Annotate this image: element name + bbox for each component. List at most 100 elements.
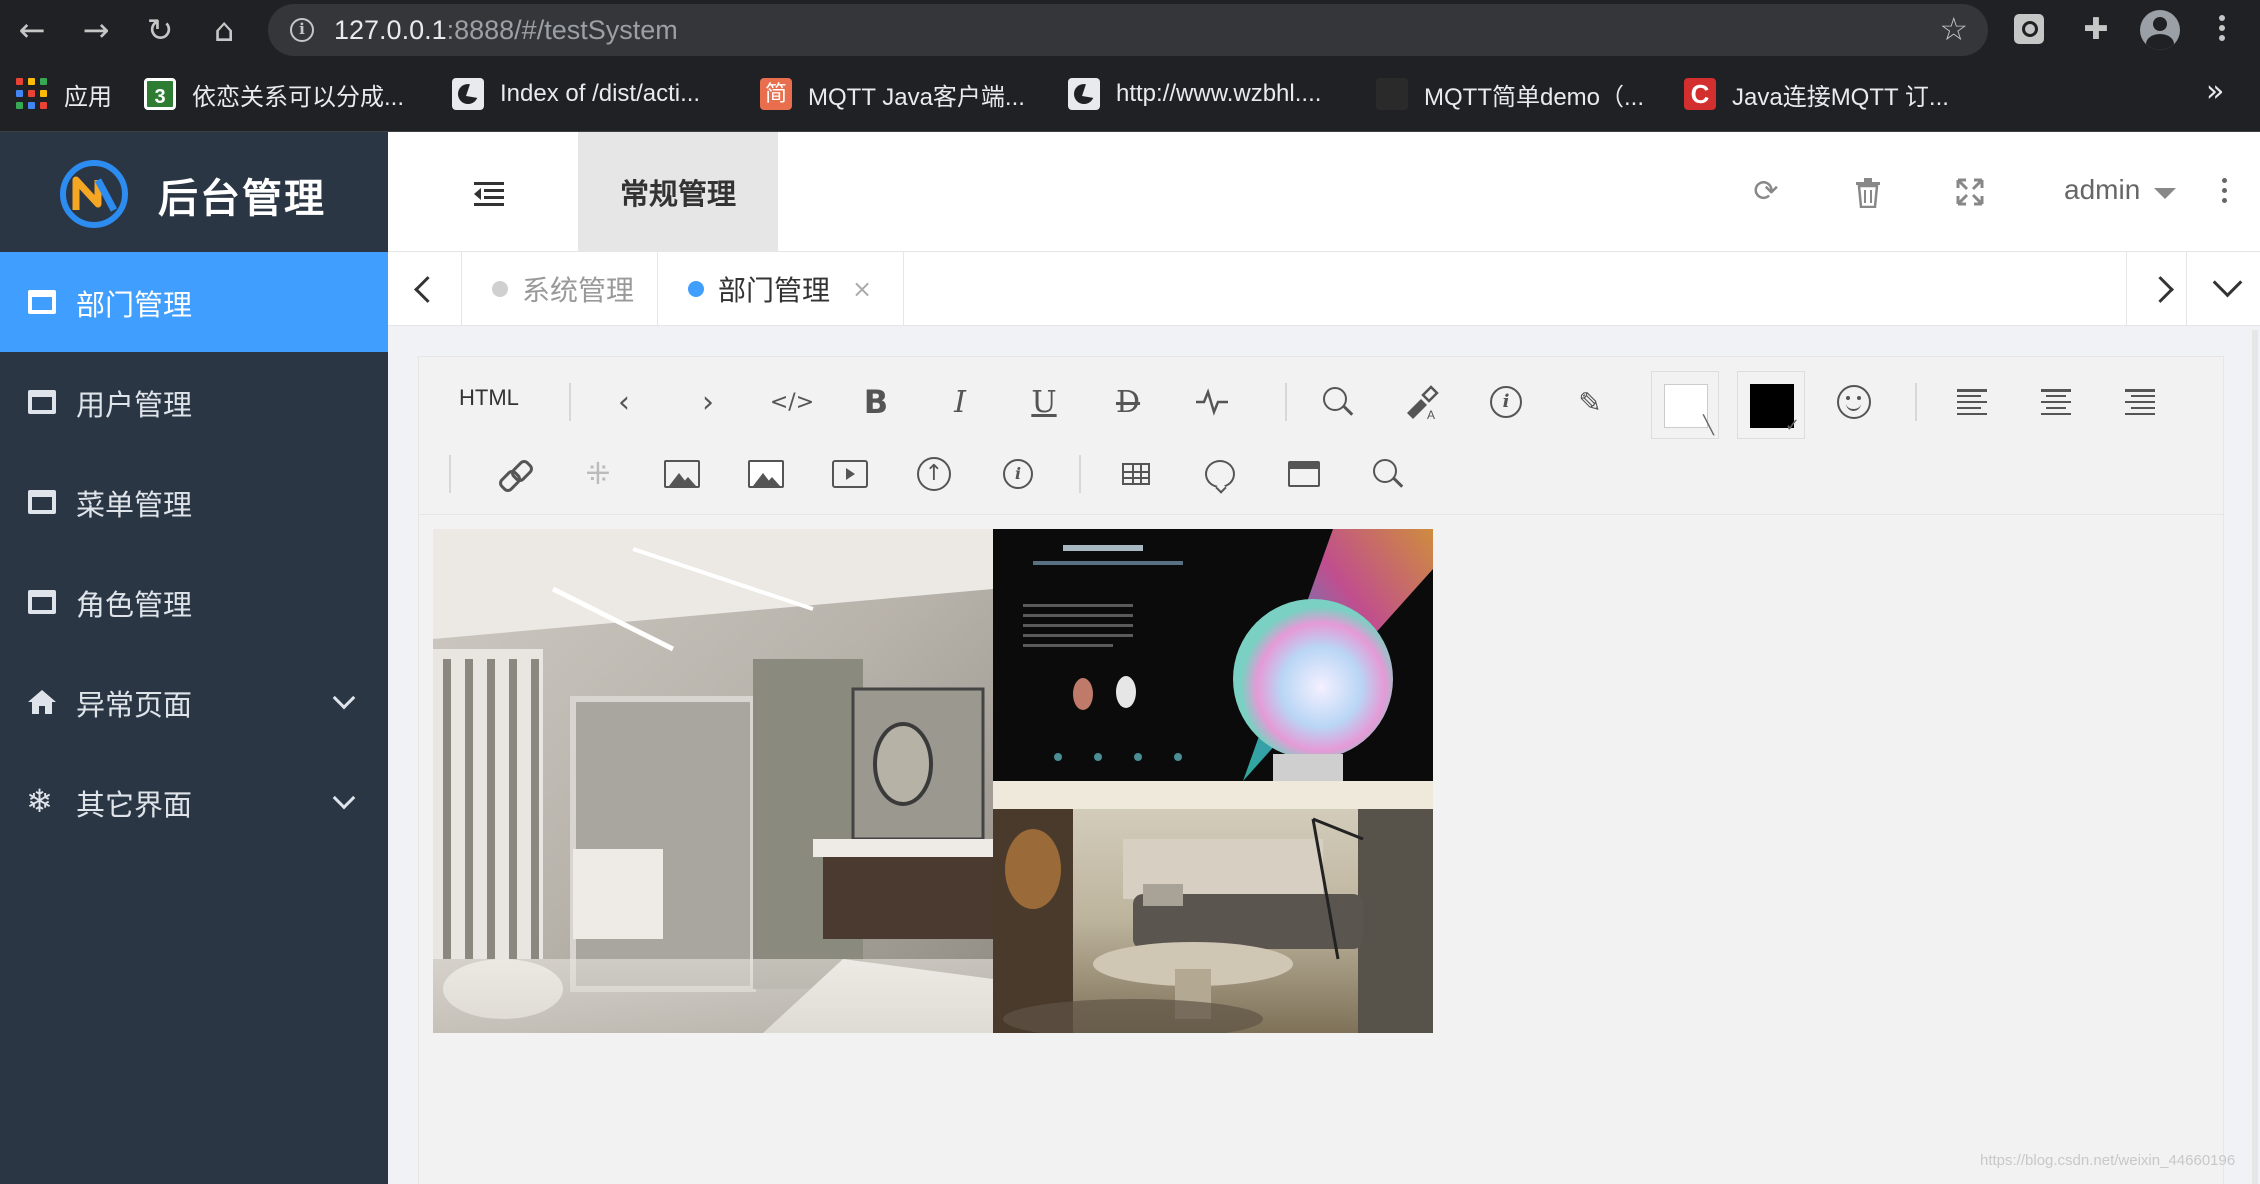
- waveform-icon[interactable]: [1187, 377, 1237, 427]
- unlink-icon[interactable]: ⁜: [573, 449, 623, 499]
- insert-video-icon[interactable]: [825, 449, 875, 499]
- inserted-image-collage[interactable]: [433, 529, 1433, 1033]
- bold-icon[interactable]: B: [851, 377, 901, 427]
- insert-image-icon[interactable]: [741, 449, 791, 499]
- bookmarks-bar: 应用 3 依恋关系可以分成... Index of /dist/acti... …: [0, 60, 2260, 132]
- undo-icon[interactable]: ‹: [599, 377, 649, 427]
- close-icon[interactable]: ×: [852, 275, 872, 303]
- underline-icon[interactable]: U: [1019, 377, 1069, 427]
- link-icon[interactable]: [489, 449, 539, 499]
- tabs-scroll-left-icon[interactable]: [388, 252, 462, 326]
- sidebar-item-label: 异常页面: [76, 688, 193, 722]
- table-icon[interactable]: [1111, 449, 1161, 499]
- caret-down-icon[interactable]: [2154, 188, 2176, 199]
- emoji-icon[interactable]: [1829, 377, 1879, 427]
- bookmark-item[interactable]: Index of /dist/acti...: [452, 74, 700, 114]
- jian-icon: 简: [760, 78, 792, 110]
- comment-icon[interactable]: [1195, 449, 1245, 499]
- more-options-icon[interactable]: [2220, 178, 2228, 208]
- tab-dot: [688, 281, 704, 297]
- trash-icon[interactable]: [1848, 172, 1888, 212]
- top-header: 常规管理 ⟳ admin: [388, 132, 2260, 252]
- sidebar-item-menus[interactable]: 菜单管理: [0, 452, 388, 552]
- rich-text-editor: HTML ‹ › </> B I U D A i ✎ ╲ ✓ ⁜ ↑ i: [418, 356, 2224, 1184]
- about-icon[interactable]: i: [993, 449, 1043, 499]
- address-bar[interactable]: i 127.0.0.1:8888/#/testSystem ☆: [268, 4, 1988, 56]
- window-icon: [28, 390, 56, 414]
- tab-dot: [492, 281, 508, 297]
- content-area: HTML ‹ › </> B I U D A i ✎ ╲ ✓ ⁜ ↑ i: [388, 326, 2260, 1184]
- app-title: 后台管理: [158, 176, 326, 222]
- sidebar-item-error-pages[interactable]: 异常页面: [0, 652, 388, 752]
- find-icon[interactable]: [1313, 377, 1363, 427]
- bookmark-item[interactable]: 简 MQTT Java客户端...: [760, 74, 1025, 114]
- window-icon[interactable]: [1279, 449, 1329, 499]
- strikethrough-icon[interactable]: D: [1103, 377, 1153, 427]
- forward-icon[interactable]: →: [76, 10, 116, 50]
- url-text[interactable]: 127.0.0.1:8888/#/testSystem: [334, 15, 678, 46]
- background-color-picker[interactable]: ╲: [1651, 371, 1719, 439]
- reload-icon[interactable]: ↻: [140, 10, 180, 50]
- search-icon[interactable]: [1363, 449, 1413, 499]
- bookmark-label: Java连接MQTT 订...: [1732, 83, 1949, 111]
- dark-favicon-icon: [1376, 78, 1408, 110]
- tab-system-management[interactable]: 系统管理: [462, 252, 658, 326]
- profile-avatar-icon[interactable]: [2140, 10, 2180, 50]
- editor-document[interactable]: [419, 515, 2223, 1184]
- top-nav-general-management[interactable]: 常规管理: [578, 132, 778, 252]
- bookmark-item[interactable]: 3 依恋关系可以分成...: [144, 74, 404, 114]
- code-icon[interactable]: </>: [767, 377, 817, 427]
- refresh-icon[interactable]: ⟳: [1746, 172, 1786, 212]
- bookmarks-overflow-button[interactable]: »: [2206, 74, 2224, 109]
- bookmark-apps[interactable]: 应用: [16, 74, 112, 114]
- pencil-icon[interactable]: ✎: [1565, 377, 1615, 427]
- text-color-picker[interactable]: ✓: [1737, 371, 1805, 439]
- redo-icon[interactable]: ›: [683, 377, 733, 427]
- sidebar-item-department[interactable]: 部门管理: [0, 252, 388, 352]
- info-icon[interactable]: i: [1481, 377, 1531, 427]
- logo-area: 后台管理: [0, 132, 388, 252]
- tabs-dropdown-icon[interactable]: [2186, 252, 2260, 326]
- globe-icon: [1068, 78, 1100, 110]
- sidebar-item-label: 菜单管理: [76, 488, 193, 522]
- check-icon: ✓: [1784, 415, 1800, 436]
- image-gallery-icon[interactable]: [657, 449, 707, 499]
- page-scrollbar[interactable]: [2252, 330, 2258, 1184]
- user-menu[interactable]: admin: [2064, 174, 2140, 206]
- bookmark-item[interactable]: http://www.wzbhl....: [1068, 74, 1321, 114]
- extensions-puzzle-icon[interactable]: ✚: [2076, 10, 2116, 50]
- chevron-down-icon: [332, 786, 356, 810]
- window-icon: [28, 290, 56, 314]
- format-painter-icon[interactable]: A: [1397, 377, 1447, 427]
- bookmark-star-icon[interactable]: ☆: [1939, 10, 1968, 48]
- bookmark-label: Index of /dist/acti...: [500, 80, 701, 107]
- toolbar-divider: [1079, 455, 1081, 493]
- bookmark-label: MQTT Java客户端...: [808, 83, 1025, 111]
- sidebar-item-roles[interactable]: 角色管理: [0, 552, 388, 652]
- upload-icon[interactable]: ↑: [909, 449, 959, 499]
- sidebar-item-users[interactable]: 用户管理: [0, 352, 388, 452]
- snowflake-icon: ❄: [26, 782, 53, 820]
- sidebar-item-label: 角色管理: [76, 588, 193, 622]
- italic-icon[interactable]: I: [935, 377, 985, 427]
- sidebar: 后台管理 部门管理 用户管理 菜单管理 角色管理 异常页面 ❄ 其它界面: [0, 132, 388, 1184]
- extension-lens-icon[interactable]: [2014, 14, 2044, 44]
- site-info-icon[interactable]: i: [290, 18, 314, 42]
- no-color-icon: ╲: [1703, 415, 1714, 436]
- home-icon[interactable]: ⌂: [204, 10, 244, 50]
- sidebar-item-label: 用户管理: [76, 388, 193, 422]
- bookmark-item[interactable]: C Java连接MQTT 订...: [1684, 74, 1949, 114]
- align-right-icon[interactable]: [2115, 377, 2165, 427]
- editor-toolbar: HTML ‹ › </> B I U D A i ✎ ╲ ✓ ⁜ ↑ i: [419, 357, 2223, 515]
- browser-menu-icon[interactable]: [2212, 12, 2232, 48]
- collapse-menu-icon[interactable]: [474, 182, 504, 206]
- back-icon[interactable]: ←: [12, 10, 52, 50]
- tab-department-management[interactable]: 部门管理 ×: [658, 252, 904, 326]
- html-mode-button[interactable]: HTML: [459, 385, 519, 411]
- align-center-icon[interactable]: [2031, 377, 2081, 427]
- sidebar-item-label: 部门管理: [76, 288, 193, 322]
- align-left-icon[interactable]: [1947, 377, 1997, 427]
- bookmark-item[interactable]: MQTT简单demo（...: [1376, 74, 1644, 114]
- sidebar-item-other-pages[interactable]: ❄ 其它界面: [0, 752, 388, 852]
- fullscreen-icon[interactable]: [1950, 172, 1990, 212]
